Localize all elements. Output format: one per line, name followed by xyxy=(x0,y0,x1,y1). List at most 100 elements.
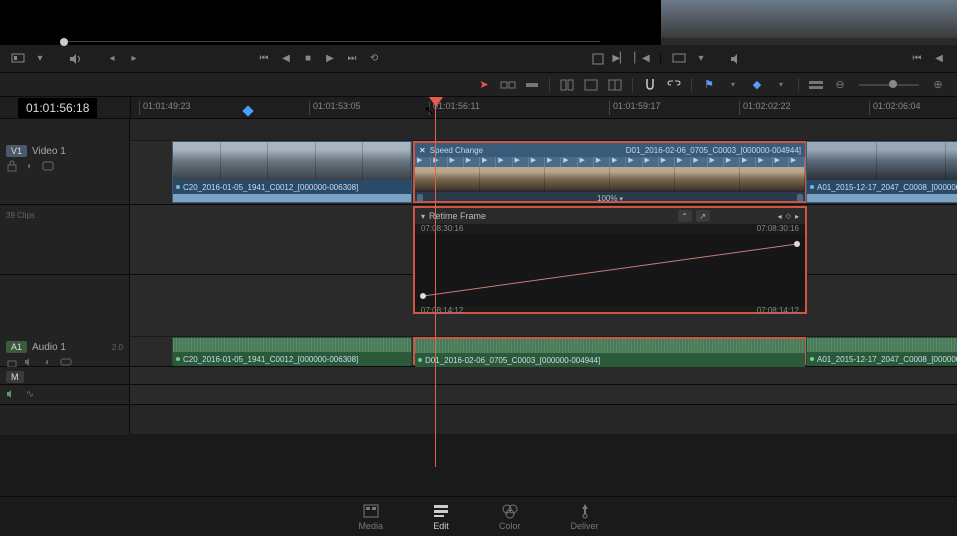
track-lane[interactable]: C20_2016-01-05_1941_C0012_[000000-006308… xyxy=(130,337,957,366)
next-frame-icon[interactable]: ▸ xyxy=(128,53,140,65)
viewer-row xyxy=(0,0,957,45)
clip-name: D01_2016-02-06_0705_C0003_[000000-004944… xyxy=(626,146,801,155)
deliver-icon xyxy=(577,503,593,519)
audio-clip-selected[interactable]: D01_2016-02-06_0705_C0003_[000000-004944… xyxy=(413,337,807,365)
timeline-ruler[interactable]: 01:01:49:23 01:01:53:05 01:01:56:11 01:0… xyxy=(130,97,957,118)
skip-back-icon[interactable]: ⏮ xyxy=(258,53,270,65)
audio-clip[interactable]: C20_2016-01-05_1941_C0012_[000000-006308… xyxy=(172,337,412,365)
loop-icon[interactable]: ⟲ xyxy=(368,53,380,65)
link-icon[interactable] xyxy=(42,160,54,172)
track-header[interactable]: A1 Audio 1 2.0 ◐ xyxy=(0,337,130,366)
replace-icon[interactable] xyxy=(606,77,624,93)
link-icon[interactable] xyxy=(665,77,683,93)
zoom-in-icon[interactable]: ⊕ xyxy=(929,77,947,93)
skip-back-icon[interactable]: ⏮ xyxy=(911,53,923,65)
speed-change-label: Speed Change xyxy=(430,146,483,155)
track-header[interactable]: M xyxy=(0,367,130,384)
ruler-tick-label: 01:02:06:04 xyxy=(873,101,921,111)
video-clip[interactable]: A01_2015-12-17_2047_C0008_[000000-0005 xyxy=(806,141,957,203)
track-header[interactable]: V1 Video 1 ◐ xyxy=(0,141,130,204)
marker-icon[interactable]: ◆ xyxy=(748,77,766,93)
curve-keyframe[interactable] xyxy=(420,293,426,299)
viewer-mode-icon[interactable] xyxy=(673,53,685,65)
chevron-down-icon[interactable]: ▾ xyxy=(34,53,46,65)
retime-tc: 07:08:14:12 xyxy=(757,306,799,316)
speed-handle[interactable] xyxy=(417,194,423,203)
next-keyframe-icon[interactable]: ▸ xyxy=(795,212,799,221)
chevron-down-icon[interactable]: ▾ xyxy=(421,212,425,221)
skip-forward-icon[interactable]: ⏭ xyxy=(346,53,358,65)
curve-tool-icon[interactable]: ↗ xyxy=(696,210,710,222)
flag-icon[interactable]: ⚑ xyxy=(700,77,718,93)
reverse-play-icon[interactable]: ◀ xyxy=(933,53,945,65)
source-viewer xyxy=(0,0,660,45)
speed-arrows xyxy=(415,157,805,167)
curve-icon[interactable]: ∿ xyxy=(24,388,36,400)
ruler-tick-label: 01:01:59:17 xyxy=(613,101,661,111)
video-track-v1: V1 Video 1 ◐ C20_2016-01-05_1941_C0012_[… xyxy=(0,141,957,205)
audio-track-a1: A1 Audio 1 2.0 ◐ C20_2016-01-05_1941_C00… xyxy=(0,337,957,367)
speed-percent[interactable]: 100% xyxy=(597,194,617,203)
mark-in-icon[interactable]: ▶▏ xyxy=(614,53,626,65)
m-track: M xyxy=(0,367,957,385)
chevron-down-icon[interactable]: ▾ xyxy=(772,77,790,93)
audio-clip[interactable]: A01_2015-12-17_2047_C0008_[000000-0005 xyxy=(806,337,957,365)
speed-handle[interactable] xyxy=(797,194,803,203)
retime-curve-area[interactable] xyxy=(415,234,805,306)
mark-out-icon[interactable]: ▏◀ xyxy=(636,53,648,65)
timeline-viewer-preview xyxy=(661,0,957,38)
curve-tool-icon[interactable]: ⌃ xyxy=(678,210,692,222)
match-frame-icon[interactable] xyxy=(592,53,604,65)
prev-frame-icon[interactable]: ◂ xyxy=(106,53,118,65)
overwrite-icon[interactable] xyxy=(582,77,600,93)
selection-tool-icon[interactable]: ➤ xyxy=(475,77,493,93)
timecode-display[interactable]: 01:01:56:18 xyxy=(18,98,97,118)
bus-track: ∿ xyxy=(0,385,957,405)
reverse-play-icon[interactable]: ◀ xyxy=(280,53,292,65)
insert-icon[interactable] xyxy=(558,77,576,93)
ruler-tick-label: 01:01:53:05 xyxy=(313,101,361,111)
lock-icon[interactable] xyxy=(6,160,18,172)
ruler-tick-label: 01:02:02:22 xyxy=(743,101,791,111)
trim-tool-icon[interactable] xyxy=(499,77,517,93)
mute-icon[interactable] xyxy=(6,388,18,400)
video-clip-selected[interactable]: ✕ Speed Change D01_2016-02-06_0705_C0003… xyxy=(413,141,807,203)
curve-keyframe[interactable] xyxy=(794,241,800,247)
clip-label: C20_2016-01-05_1941_C0012_[000000-006308… xyxy=(183,183,358,192)
prev-keyframe-icon[interactable]: ◂ xyxy=(778,212,782,221)
blade-tool-icon[interactable] xyxy=(523,77,541,93)
close-icon[interactable]: ✕ xyxy=(419,146,426,155)
nav-edit[interactable]: Edit xyxy=(433,503,449,531)
volume-icon[interactable] xyxy=(731,53,743,65)
timeline-marker[interactable] xyxy=(242,105,253,116)
viewer-mode-icon[interactable] xyxy=(12,53,24,65)
toggle-icon[interactable]: ◐ xyxy=(24,160,36,172)
nav-media[interactable]: Media xyxy=(358,503,383,531)
nav-deliver[interactable]: Deliver xyxy=(571,503,599,531)
chevron-down-icon[interactable]: ▾ xyxy=(724,77,742,93)
stop-icon[interactable]: ■ xyxy=(302,53,314,65)
chevron-down-icon[interactable]: ▾ xyxy=(695,53,707,65)
track-area: V1 Video 1 ◐ C20_2016-01-05_1941_C0012_[… xyxy=(0,119,957,435)
track-badge[interactable]: M xyxy=(6,371,24,383)
play-icon[interactable]: ▶ xyxy=(324,53,336,65)
retime-curve-panel[interactable]: ▾ Retime Frame ⌃ ↗ ◂ ◇ ▸ 07:08:30:16 07:… xyxy=(413,206,807,314)
track-badge[interactable]: V1 xyxy=(6,145,27,157)
source-scrubber[interactable] xyxy=(60,41,600,45)
zoom-out-icon[interactable]: ⊖ xyxy=(831,77,849,93)
video-clip[interactable]: C20_2016-01-05_1941_C0012_[000000-006308… xyxy=(172,141,412,203)
nav-label: Edit xyxy=(433,521,449,531)
volume-icon[interactable] xyxy=(70,53,82,65)
track-badge[interactable]: A1 xyxy=(6,341,27,353)
track-header[interactable]: ∿ xyxy=(0,385,130,404)
clip-label: A01_2015-12-17_2047_C0008_[000000-0005 xyxy=(817,355,957,364)
nav-color[interactable]: Color xyxy=(499,503,521,531)
track-lane[interactable]: C20_2016-01-05_1941_C0012_[000000-006308… xyxy=(130,141,957,204)
track-name: Audio 1 xyxy=(32,342,66,353)
nav-label: Color xyxy=(499,521,521,531)
timeline-options-icon[interactable] xyxy=(807,77,825,93)
zoom-slider[interactable] xyxy=(859,84,919,86)
keyframe-icon[interactable]: ◇ xyxy=(786,212,791,220)
snap-icon[interactable] xyxy=(641,77,659,93)
page-nav: Media Edit Color Deliver xyxy=(0,496,957,536)
